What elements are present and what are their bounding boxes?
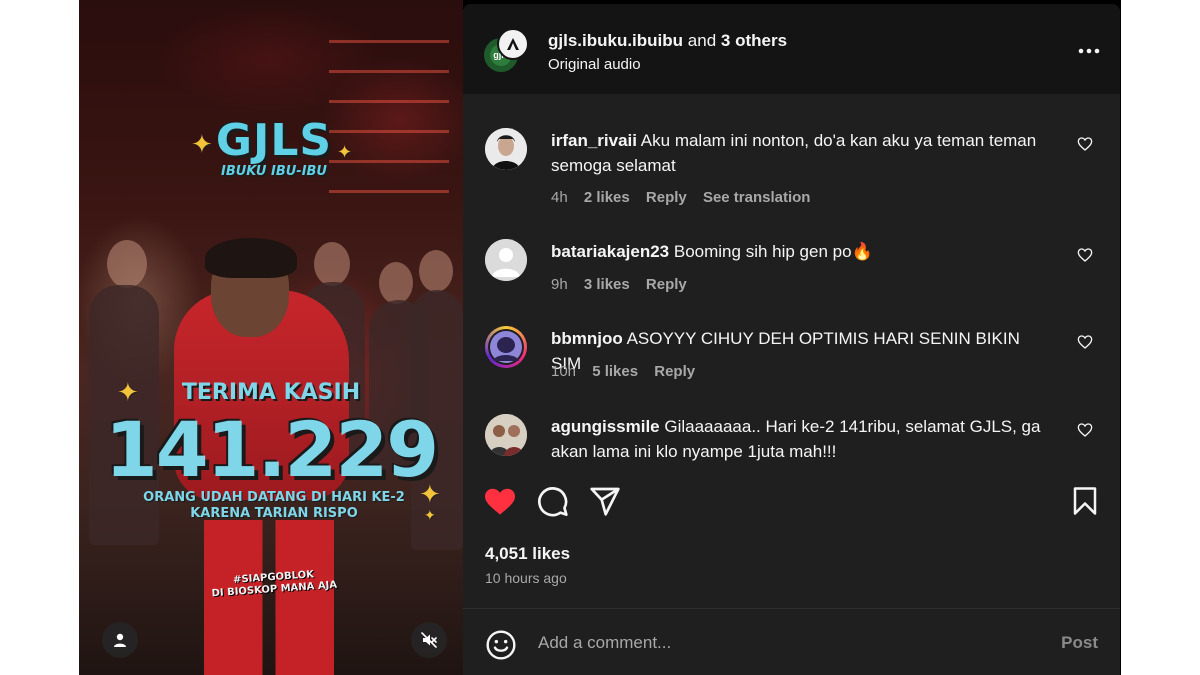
crowd-person bbox=[419, 250, 453, 292]
audio-link[interactable]: Original audio bbox=[548, 56, 641, 73]
heart-filled-icon bbox=[485, 488, 515, 515]
heart-outline-icon[interactable] bbox=[1077, 422, 1093, 438]
comment-meta: 10h 5 likes Reply bbox=[551, 363, 707, 380]
post-comment-button[interactable]: Post bbox=[1061, 633, 1098, 653]
story-avatar bbox=[488, 329, 524, 365]
comment-input[interactable]: Add a comment... bbox=[538, 633, 671, 653]
comment-username[interactable]: irfan_rivaii bbox=[551, 131, 637, 150]
poster-caption: ORANG UDAH DATANG DI HARI KE-2 KARENA TA… bbox=[119, 490, 429, 522]
audience-count: 141.229 bbox=[104, 405, 439, 494]
comment-bubble-icon bbox=[538, 487, 568, 517]
comment-username[interactable]: batariakajen23 bbox=[551, 242, 669, 261]
reply-button[interactable]: Reply bbox=[646, 276, 687, 293]
reel-video[interactable]: ✦ ✦ ✦ ✦ ✦ GJLS IBUKU IBU-IBU TERIMA KASI… bbox=[79, 0, 463, 675]
crowd-person bbox=[107, 240, 147, 288]
commenter-avatar[interactable] bbox=[485, 414, 527, 456]
author-username[interactable]: gjls.ibuku.ibuibu bbox=[548, 31, 683, 50]
decor bbox=[329, 40, 449, 43]
caption-line: KARENA TARIAN RISPO bbox=[190, 506, 358, 521]
caption-line: ORANG UDAH DATANG DI HARI KE-2 bbox=[143, 490, 405, 505]
comment-username[interactable]: bbmnjoo bbox=[551, 329, 623, 348]
comment-time[interactable]: 4h bbox=[551, 189, 568, 206]
more-horizontal-icon bbox=[1078, 48, 1100, 54]
gjls-logo: GJLS IBUKU IBU-IBU bbox=[189, 115, 359, 180]
heart-outline-icon[interactable] bbox=[1077, 334, 1093, 350]
commenter-avatar[interactable] bbox=[485, 326, 527, 368]
reply-button[interactable]: Reply bbox=[654, 363, 695, 380]
decor bbox=[329, 70, 449, 73]
and-text: and bbox=[687, 31, 717, 50]
crowd-person bbox=[314, 242, 350, 286]
comment-meta: 4h 2 likes Reply See translation bbox=[551, 189, 822, 206]
default-avatar-icon bbox=[485, 239, 527, 281]
logo-title: GJLS bbox=[215, 115, 333, 166]
comment-likes[interactable]: 2 likes bbox=[584, 189, 630, 206]
comment-text: agungissmile Gilaaaaaaa.. Hari ke-2 141r… bbox=[551, 414, 1051, 464]
see-translation-button[interactable]: See translation bbox=[703, 189, 811, 206]
comment-text: batariakajen23 Booming sih hip gen po🔥 bbox=[551, 239, 1051, 264]
heart-outline-icon[interactable] bbox=[1077, 247, 1093, 263]
comment-time[interactable]: 9h bbox=[551, 276, 568, 293]
decor bbox=[329, 100, 449, 103]
post-viewer: ✦ ✦ ✦ ✦ ✦ GJLS IBUKU IBU-IBU TERIMA KASI… bbox=[79, 0, 1121, 675]
share-button[interactable] bbox=[589, 486, 621, 516]
comment-likes[interactable]: 3 likes bbox=[584, 276, 630, 293]
triangle-logo-icon bbox=[507, 38, 519, 50]
more-options-button[interactable] bbox=[1078, 34, 1100, 60]
mute-button[interactable] bbox=[411, 622, 447, 658]
heart-outline-icon[interactable] bbox=[1077, 136, 1093, 152]
muted-speaker-icon bbox=[421, 632, 437, 648]
like-count[interactable]: 4,051 likes bbox=[485, 544, 570, 564]
comment-body: Booming sih hip gen po🔥 bbox=[673, 242, 873, 261]
bookmark-icon bbox=[1073, 487, 1097, 515]
tagged-users-button[interactable] bbox=[102, 622, 138, 658]
comment-meta: 9h 3 likes Reply bbox=[551, 276, 699, 293]
comment-username[interactable]: agungissmile bbox=[551, 417, 660, 436]
thanks-text: TERIMA KASIH bbox=[181, 380, 361, 405]
dancer-hair bbox=[205, 238, 297, 278]
commenter-avatar[interactable] bbox=[485, 239, 527, 281]
add-comment-bar: Add a comment... Post bbox=[463, 608, 1120, 675]
save-button[interactable] bbox=[1072, 486, 1098, 516]
portrait-photo bbox=[485, 128, 527, 170]
post-authors: gjls.ibuku.ibuibu and 3 others bbox=[548, 31, 787, 51]
comment-time[interactable]: 10h bbox=[551, 363, 576, 380]
comment-likes[interactable]: 5 likes bbox=[592, 363, 638, 380]
reply-button[interactable]: Reply bbox=[646, 189, 687, 206]
paper-plane-icon bbox=[590, 487, 620, 516]
commenter-avatar[interactable] bbox=[485, 128, 527, 170]
logo-subtitle: IBUKU IBU-IBU bbox=[221, 164, 327, 179]
coauthor-avatar[interactable] bbox=[497, 28, 529, 60]
post-actions bbox=[463, 474, 1120, 524]
comment-button[interactable] bbox=[537, 486, 569, 518]
portrait-photo bbox=[485, 414, 527, 456]
post-time[interactable]: 10 hours ago bbox=[485, 570, 567, 586]
emoji-icon[interactable] bbox=[485, 629, 517, 661]
coauthors-link[interactable]: 3 others bbox=[721, 31, 787, 50]
post-side-panel: gjls gjls.ibuku.ibuibu and 3 others Orig… bbox=[463, 4, 1120, 675]
like-button[interactable] bbox=[483, 486, 517, 516]
post-header: gjls gjls.ibuku.ibuibu and 3 others Orig… bbox=[463, 4, 1120, 94]
decor bbox=[329, 190, 449, 193]
comment-text: irfan_rivaii Aku malam ini nonton, do'a … bbox=[551, 128, 1051, 178]
crowd-person bbox=[379, 262, 413, 304]
user-icon bbox=[114, 633, 126, 647]
